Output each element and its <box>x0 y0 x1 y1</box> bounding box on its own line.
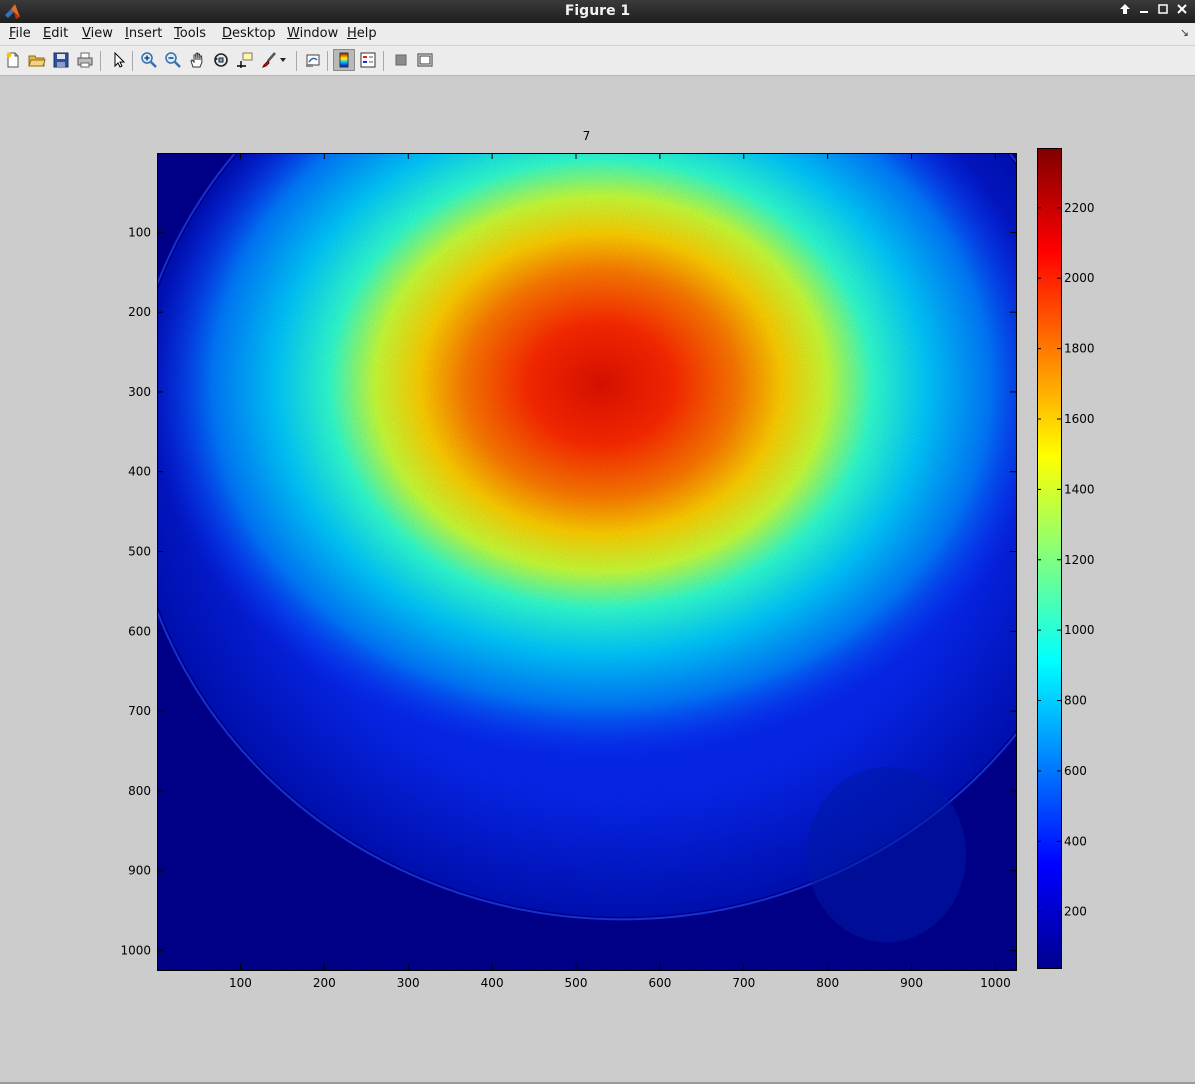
colorbar[interactable]: 200 400 600 800 1000 1200 1400 1600 1800 2000 2200 <box>1037 148 1095 969</box>
y-tick-label: 1000 <box>120 943 151 957</box>
y-tick-label: 500 <box>128 545 151 559</box>
y-tick-label: 300 <box>128 385 151 399</box>
menu-edit[interactable]: Edit <box>43 26 68 41</box>
heatmap-image[interactable] <box>126 76 1118 970</box>
colorbar-tick-label: 600 <box>1064 764 1087 778</box>
zoom-in-icon[interactable] <box>138 49 160 71</box>
close-icon[interactable] <box>1174 2 1189 20</box>
menu-window[interactable]: Window <box>287 26 338 41</box>
colorbar-icon[interactable] <box>333 49 355 71</box>
rotate-3d-icon[interactable] <box>210 49 232 71</box>
colorbar-tick-label: 800 <box>1064 694 1087 708</box>
menu-help[interactable]: Help <box>347 26 377 41</box>
toolbar-separator <box>327 51 328 71</box>
colorbar-tick-label: 200 <box>1064 905 1087 919</box>
y-tick-label: 100 <box>128 225 151 239</box>
y-tick-label: 600 <box>128 624 151 638</box>
x-tick-label: 300 <box>397 976 420 990</box>
x-tick-label: 700 <box>732 976 755 990</box>
menu-tools[interactable]: Tools <box>174 26 206 41</box>
menu-desktop[interactable]: Desktop <box>222 26 276 41</box>
maximize-arrow-icon[interactable] <box>1117 2 1132 20</box>
image-noise <box>157 153 1016 970</box>
figure-toolbar <box>0 46 1195 76</box>
brush-dropdown-icon[interactable] <box>277 49 289 71</box>
restore-icon[interactable] <box>1155 2 1170 20</box>
x-tick-label: 400 <box>481 976 504 990</box>
minimize-icon[interactable] <box>1136 2 1151 20</box>
x-tick-label: 900 <box>900 976 923 990</box>
x-tick-label: 1000 <box>980 976 1011 990</box>
x-tick-label: 500 <box>565 976 588 990</box>
x-tick-label: 100 <box>229 976 252 990</box>
dock-arrow-icon[interactable]: ↘ <box>1180 26 1189 39</box>
x-tick-label: 200 <box>313 976 336 990</box>
link-plot-icon[interactable] <box>302 49 324 71</box>
plot-title: 7 <box>583 129 591 143</box>
y-tick-label: 400 <box>128 465 151 479</box>
new-figure-icon[interactable] <box>2 49 24 71</box>
y-tick-label: 800 <box>128 784 151 798</box>
colorbar-tick-label: 1000 <box>1064 623 1095 637</box>
save-icon[interactable] <box>50 49 72 71</box>
window-titlebar[interactable]: Figure 1 <box>0 0 1195 23</box>
colorbar-tick-label: 1600 <box>1064 412 1095 426</box>
toolbar-separator <box>296 51 297 71</box>
menu-file[interactable]: File <box>9 26 31 41</box>
colorbar-tick-label: 2200 <box>1064 201 1095 215</box>
colorbar-tick-label: 1200 <box>1064 553 1095 567</box>
open-file-icon[interactable] <box>26 49 48 71</box>
menubar: File Edit View Insert Tools Desktop Wind… <box>0 23 1195 46</box>
figure-canvas[interactable]: 7 100 200 300 400 500 600 700 800 900 1000 100 200… <box>0 76 1195 1082</box>
legend-icon[interactable] <box>357 49 379 71</box>
window-title: Figure 1 <box>564 3 631 19</box>
pan-hand-icon[interactable] <box>186 49 208 71</box>
toolbar-separator <box>383 51 384 71</box>
edit-plot-arrow-icon[interactable] <box>107 49 129 71</box>
x-tick-label: 600 <box>648 976 671 990</box>
colorbar-tick-label: 2000 <box>1064 271 1095 285</box>
zoom-out-icon[interactable] <box>162 49 184 71</box>
colorbar-gradient <box>1037 148 1062 969</box>
y-tick-label: 900 <box>128 864 151 878</box>
menu-view[interactable]: View <box>82 26 113 41</box>
colorbar-tick-label: 400 <box>1064 834 1087 848</box>
toolbar-separator <box>100 51 101 71</box>
menu-insert[interactable]: Insert <box>125 26 162 41</box>
hide-plot-tools-icon[interactable] <box>390 49 412 71</box>
colorbar-tick-label: 1800 <box>1064 342 1095 356</box>
x-tick-label: 800 <box>816 976 839 990</box>
plot-svg: 7 100 200 300 400 500 600 700 800 900 1000 100 200… <box>120 76 1118 990</box>
data-cursor-icon[interactable] <box>234 49 256 71</box>
y-tick-label: 700 <box>128 704 151 718</box>
toolbar-separator <box>132 51 133 71</box>
colorbar-tick-label: 1400 <box>1064 482 1095 496</box>
y-tick-label: 200 <box>128 305 151 319</box>
show-plot-tools-icon[interactable] <box>414 49 436 71</box>
print-icon[interactable] <box>74 49 96 71</box>
